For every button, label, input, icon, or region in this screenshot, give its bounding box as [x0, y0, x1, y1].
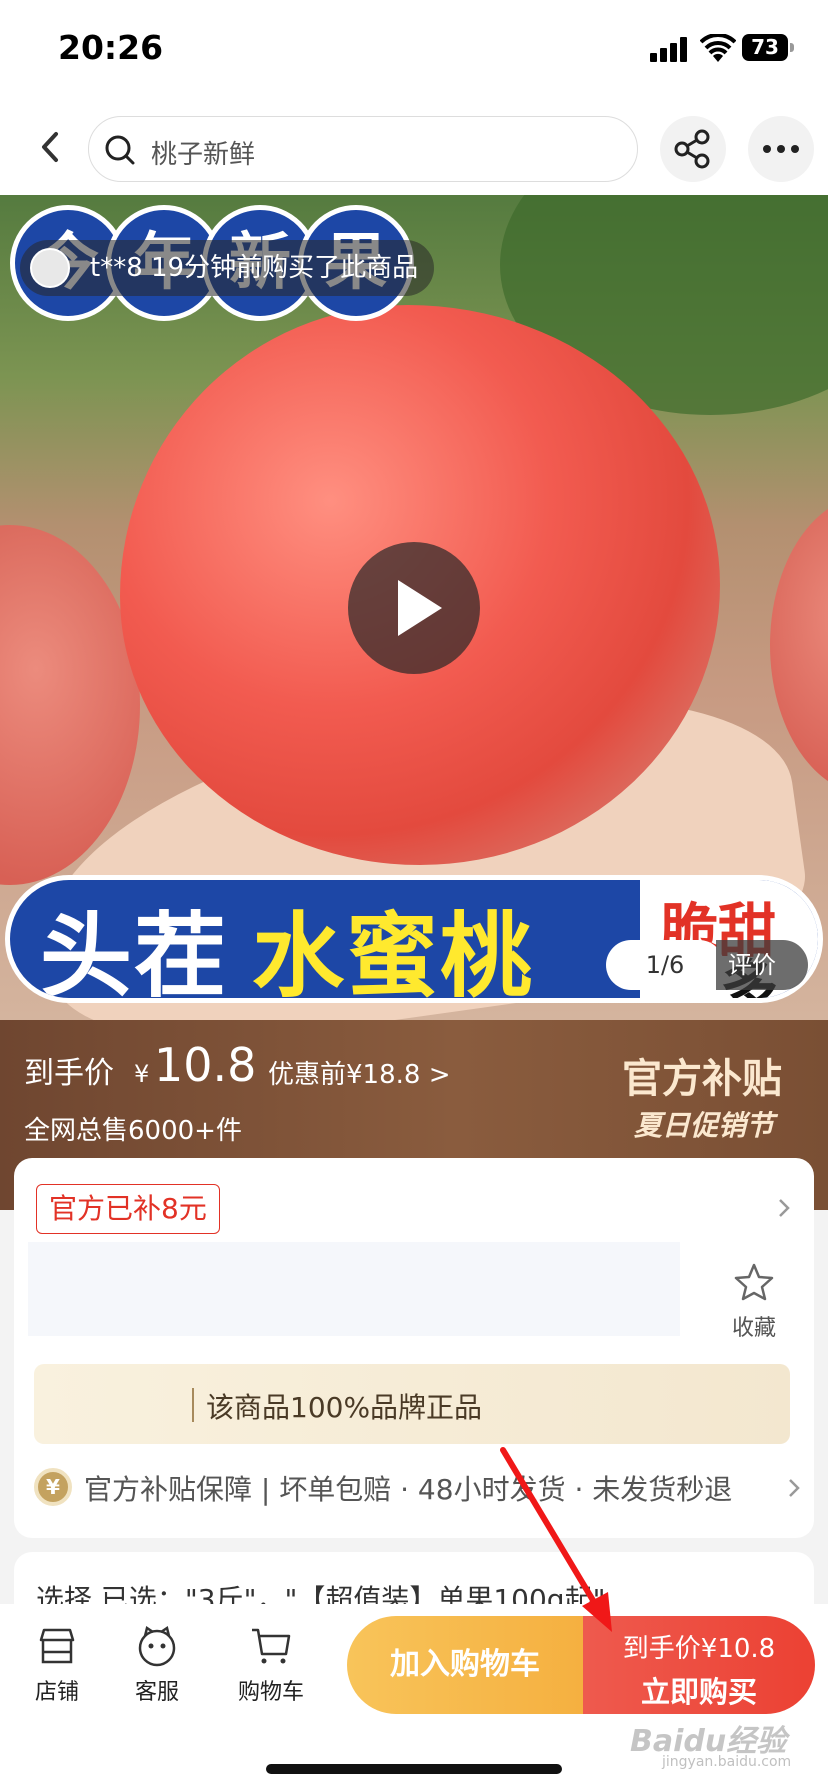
add-to-cart-button[interactable]: 加入购物车 — [347, 1616, 583, 1714]
battery-icon: 73 — [742, 34, 794, 61]
bottom-action-bar: 店铺 客服 购物车 加入购物车 到手价¥10.8 立即购买 Baidu经验 ji… — [0, 1604, 828, 1792]
recent-buyer-notice: t**8 19分钟前购买了此商品 — [20, 240, 435, 296]
share-button[interactable] — [660, 116, 726, 182]
subsidy-tag: 官方已补8元 — [36, 1184, 220, 1234]
product-gallery[interactable]: 今 年 新 果 t**8 19分钟前购买了此商品 头茬 水蜜桃 脆甜 多汁 1/… — [0, 195, 828, 1020]
review-tab[interactable]: 评价 — [716, 940, 808, 990]
yen-coin-icon: ¥ — [34, 1468, 72, 1506]
tab-cart[interactable]: 购物车 — [226, 1624, 316, 1706]
home-indicator — [266, 1764, 562, 1774]
banner-text-white: 头茬 — [40, 903, 229, 1003]
tab-service-label: 客服 — [134, 1680, 179, 1705]
product-title-placeholder — [28, 1242, 680, 1336]
share-icon — [674, 129, 710, 169]
search-icon — [105, 135, 135, 165]
divider — [192, 1388, 194, 1422]
favorite-button[interactable]: 收藏 — [714, 1262, 794, 1342]
peach-image-right — [770, 495, 828, 795]
chevron-right-icon[interactable] — [774, 1196, 794, 1220]
buy-now-price: 到手价¥10.8 — [622, 1634, 776, 1664]
play-video-button[interactable] — [348, 542, 480, 674]
buyer-notice-text: t**8 19分钟前购买了此商品 — [90, 253, 419, 283]
top-nav: 桃子新鲜 — [0, 100, 828, 195]
cart-icon — [252, 1628, 291, 1664]
star-icon — [734, 1263, 774, 1301]
search-query: 桃子新鲜 — [151, 140, 256, 170]
tab-store[interactable]: 店铺 — [12, 1624, 102, 1706]
final-price-label: 到手价 — [24, 1056, 114, 1091]
favorite-label: 收藏 — [731, 1316, 776, 1341]
status-bar: 20:26 73 — [0, 0, 828, 100]
chevron-left-icon — [42, 132, 58, 162]
currency-symbol: ¥ — [134, 1060, 150, 1088]
more-button[interactable] — [748, 116, 814, 182]
watermark-url: jingyan.baidu.com — [662, 1754, 792, 1770]
store-icon — [39, 1628, 75, 1664]
guarantee-text: 官方补贴保障 | 坏单包赔 · 48小时发货 · 未发货秒退 — [84, 1473, 733, 1506]
cellular-signal-icon — [650, 36, 690, 62]
customer-service-icon — [138, 1625, 176, 1667]
tab-store-label: 店铺 — [34, 1680, 79, 1705]
promo-title: 官方补贴 — [622, 1056, 782, 1102]
guarantee-row[interactable]: ¥ 官方补贴保障 | 坏单包赔 · 48小时发货 · 未发货秒退 — [34, 1464, 804, 1510]
buy-now-label: 立即购买 — [640, 1675, 757, 1709]
chevron-right-icon — [789, 1479, 800, 1497]
authentic-banner: 该商品100%品牌正品 — [34, 1364, 790, 1444]
original-price-link[interactable]: 优惠前¥18.8 > — [268, 1054, 450, 1091]
search-input[interactable]: 桃子新鲜 — [88, 116, 638, 182]
gallery-pager: 1/6 — [606, 940, 724, 990]
promo-subtitle: 夏日促销节 — [634, 1109, 775, 1142]
avatar — [30, 248, 70, 288]
product-info-card: 官方已补8元 收藏 该商品100%品牌正品 ¥ 官方补贴保障 | 坏单包赔 · … — [14, 1158, 814, 1538]
final-price: 10.8 — [154, 1038, 257, 1092]
wifi-icon — [699, 32, 737, 64]
tab-cart-label: 购物车 — [237, 1680, 304, 1705]
status-time: 20:26 — [58, 28, 164, 67]
back-button[interactable] — [26, 122, 76, 172]
authentic-text: 该商品100%品牌正品 — [206, 1391, 483, 1424]
spec-selection-row[interactable]: 选择 已选："3斤"，"【超值装】单果100g起" — [14, 1552, 814, 1612]
tab-service[interactable]: 客服 — [112, 1624, 202, 1706]
total-sold: 全网总售6000+件 — [24, 1116, 242, 1146]
more-dots-icon — [763, 145, 799, 153]
buy-now-button[interactable]: 到手价¥10.8 立即购买 — [583, 1616, 815, 1714]
banner-text-yellow: 水蜜桃 — [252, 903, 535, 1003]
